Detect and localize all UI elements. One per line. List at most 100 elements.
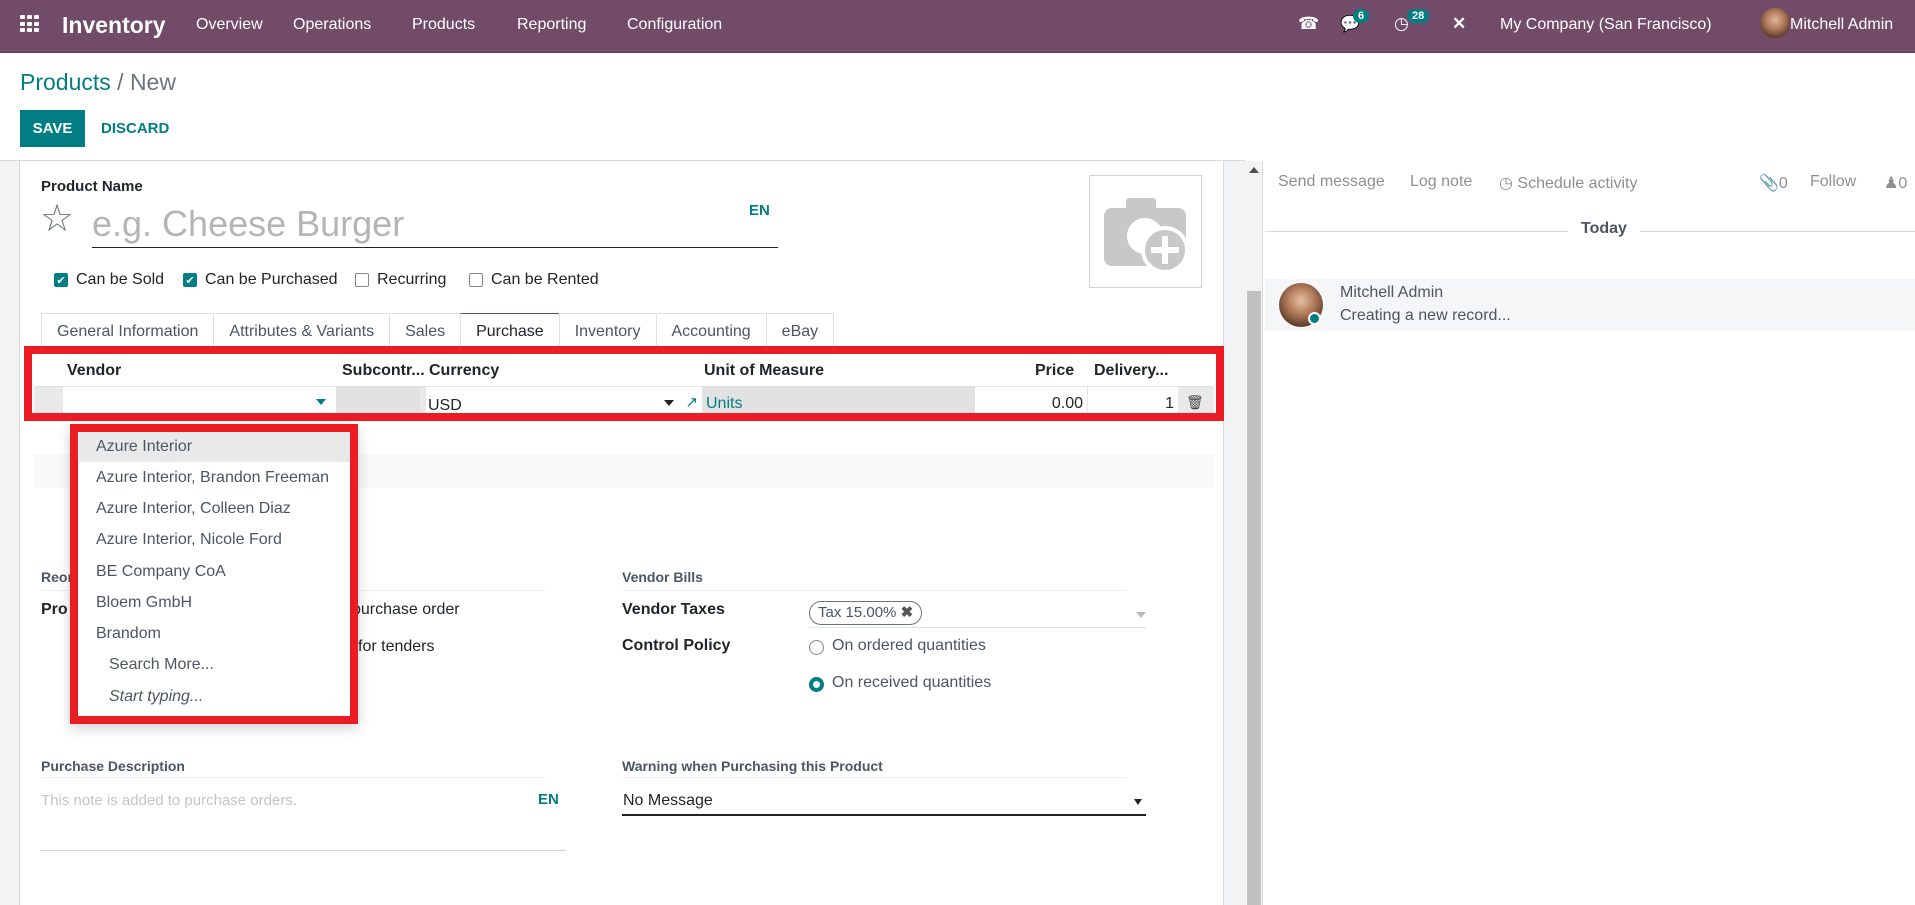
procurement-label: Pro	[41, 601, 68, 618]
menu-operations[interactable]: Operations	[293, 16, 371, 34]
radio-received-quantities[interactable]	[809, 677, 824, 692]
price-value: 0.00	[1051, 395, 1083, 412]
radio-ordered-quantities[interactable]	[809, 640, 824, 655]
product-name-lang-button[interactable]: EN	[749, 202, 770, 219]
apps-menu-icon[interactable]	[20, 15, 40, 33]
user-icon: ♟	[1884, 175, 1899, 192]
search-more-option[interactable]: Search More...	[79, 649, 351, 680]
currency-field[interactable]: USD ↗	[426, 387, 702, 420]
vendor-option[interactable]: BE Company CoA	[79, 556, 351, 587]
debug-tools-icon[interactable]: ✕	[1452, 14, 1466, 34]
radio-received-label[interactable]: On received quantities	[832, 674, 991, 692]
product-image-upload[interactable]	[1089, 175, 1202, 288]
breadcrumb-products[interactable]: Products	[20, 69, 111, 95]
menu-products[interactable]: Products	[412, 16, 475, 34]
form-scrollbar[interactable]	[1245, 161, 1263, 905]
tab-ebay[interactable]: eBay	[765, 313, 835, 349]
tab-attributes-variants[interactable]: Attributes & Variants	[213, 313, 390, 349]
col-unit-of-measure[interactable]: Unit of Measure	[704, 362, 824, 380]
attachments-button[interactable]: 📎0	[1759, 173, 1788, 193]
paperclip-icon: 📎	[1759, 175, 1779, 192]
log-note-button[interactable]: Log note	[1410, 173, 1472, 191]
vendor-option[interactable]: Azure Interior, Brandon Freeman	[79, 462, 351, 493]
vendor-taxes-caret-icon[interactable]	[1136, 612, 1146, 618]
app-name[interactable]: Inventory	[62, 12, 166, 39]
col-delivery[interactable]: Delivery...	[1094, 362, 1168, 380]
col-price[interactable]: Price	[1035, 362, 1074, 380]
vendor-field[interactable]	[63, 387, 336, 420]
radio-ordered-label[interactable]: On ordered quantities	[832, 637, 986, 655]
vendor-option[interactable]: Brandom	[79, 618, 351, 649]
follow-button[interactable]: Follow	[1810, 173, 1856, 191]
scrollbar-thumb[interactable]	[1247, 291, 1261, 905]
col-currency[interactable]: Currency	[429, 362, 499, 380]
menu-reporting[interactable]: Reporting	[517, 16, 586, 34]
product-name-input[interactable]	[92, 200, 778, 248]
tab-general-information[interactable]: General Information	[41, 313, 214, 349]
tab-accounting[interactable]: Accounting	[655, 313, 766, 349]
subcontractor-field[interactable]	[336, 387, 420, 420]
save-button[interactable]: SAVE	[20, 110, 85, 147]
tab-purchase[interactable]: Purchase	[460, 313, 559, 349]
message-body: Creating a new record...	[1340, 307, 1511, 324]
reordering-option-1[interactable]: purchase order	[352, 601, 460, 619]
checkbox-unchecked-icon[interactable]	[355, 273, 369, 287]
currency-caret-icon[interactable]	[664, 400, 674, 406]
user-menu[interactable]: Mitchell Admin	[1790, 16, 1893, 34]
purchase-description-title: Purchase Description	[41, 758, 185, 774]
date-separator: Today	[1265, 220, 1915, 238]
checkbox-checked-icon[interactable]: ✔	[183, 273, 197, 287]
favorite-star-icon[interactable]: ☆	[40, 200, 74, 238]
vendor-option[interactable]: Azure Interior, Colleen Diaz	[79, 493, 351, 524]
checkbox-label: Can be Purchased	[205, 271, 338, 288]
vendor-option[interactable]: Bloem GmbH	[79, 587, 351, 618]
purchase-warning-select[interactable]: No Message	[622, 788, 1146, 816]
checkbox-checked-icon[interactable]: ✔	[54, 273, 68, 287]
reordering-option-2[interactable]: for tenders	[358, 638, 434, 656]
online-status-icon	[1308, 312, 1321, 325]
messages-icon[interactable]: 💬 6	[1340, 9, 1370, 34]
tab-inventory[interactable]: Inventory	[558, 313, 656, 349]
delivery-field[interactable]: 1	[1088, 387, 1178, 420]
delivery-value: 1	[1165, 395, 1174, 412]
price-field[interactable]: 0.00	[975, 387, 1087, 420]
checkbox-can-be-sold[interactable]: ✔ Can be Sold	[54, 271, 164, 289]
checkbox-unchecked-icon[interactable]	[469, 273, 483, 287]
vendor-autocomplete-dropdown: Azure Interior Azure Interior, Brandon F…	[70, 424, 358, 724]
scroll-up-arrow-icon[interactable]	[1249, 167, 1259, 173]
uom-value[interactable]: Units	[706, 395, 742, 413]
company-switcher[interactable]: My Company (San Francisco)	[1500, 16, 1712, 34]
col-subcontractor[interactable]: Subcontr...	[342, 362, 425, 380]
send-message-button[interactable]: Send message	[1278, 173, 1385, 191]
activities-icon[interactable]: ◷ 28	[1394, 9, 1430, 34]
vendor-tax-tag: Tax 15.00% ✖	[809, 601, 923, 625]
breadcrumb-current: New	[129, 69, 176, 95]
checkbox-can-be-purchased[interactable]: ✔ Can be Purchased	[183, 271, 338, 289]
notebook-tabs: General Information Attributes & Variant…	[41, 313, 835, 349]
col-vendor[interactable]: Vendor	[67, 362, 121, 380]
vendor-option[interactable]: Azure Interior	[79, 431, 351, 462]
checkbox-can-be-rented[interactable]: Can be Rented	[469, 271, 599, 289]
vendor-option[interactable]: Azure Interior, Nicole Ford	[79, 524, 351, 555]
external-link-icon[interactable]: ↗	[685, 393, 698, 411]
schedule-activity-button[interactable]: ◷ Schedule activity	[1499, 173, 1637, 193]
vendor-dropdown-caret-icon[interactable]	[316, 399, 326, 405]
delete-row-trash-icon[interactable]: 🗑	[1186, 394, 1204, 411]
user-avatar[interactable]	[1760, 8, 1790, 38]
purchase-description-input[interactable]: This note is added to purchase orders.	[41, 792, 297, 809]
tab-sales[interactable]: Sales	[389, 313, 461, 349]
followers-button[interactable]: ♟0	[1884, 173, 1907, 193]
tag-remove-icon[interactable]: ✖	[901, 604, 914, 621]
clock-icon: ◷	[1499, 175, 1513, 192]
column-options-icon[interactable]: ⋮	[1210, 362, 1226, 382]
control-panel-divider	[0, 160, 1245, 161]
menu-overview[interactable]: Overview	[196, 16, 263, 34]
checkbox-recurring[interactable]: Recurring	[355, 271, 446, 289]
discard-button[interactable]: DISCARD	[101, 110, 169, 147]
table-row: USD ↗ Units 0.00 1 🗑	[34, 387, 1214, 420]
uom-field[interactable]: Units	[702, 387, 982, 420]
purchase-description-lang-button[interactable]: EN	[538, 791, 559, 808]
menu-configuration[interactable]: Configuration	[627, 16, 722, 34]
phone-icon[interactable]: ☎	[1298, 14, 1319, 34]
message-author[interactable]: Mitchell Admin	[1340, 284, 1443, 302]
